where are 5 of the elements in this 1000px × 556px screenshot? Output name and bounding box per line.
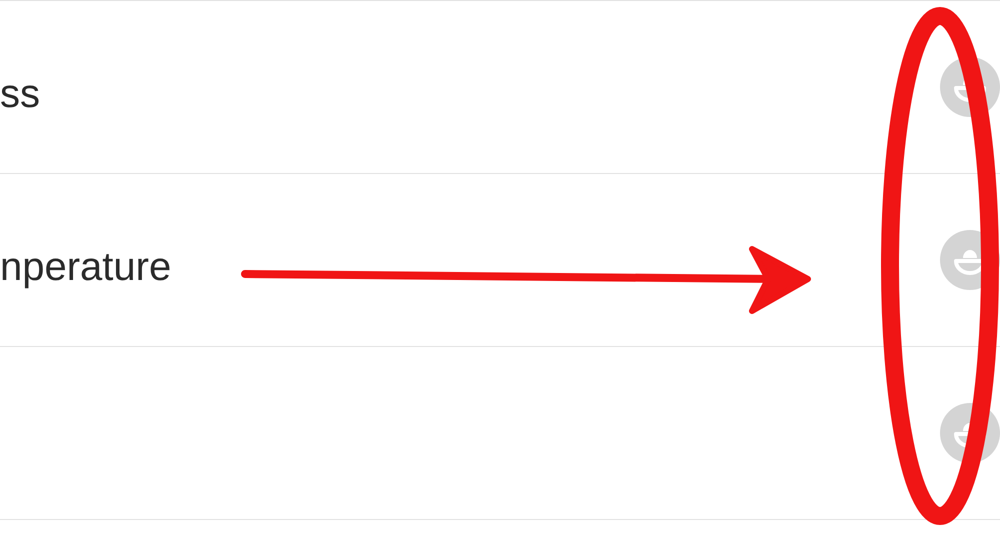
setting-label: ss: [0, 74, 40, 114]
setting-label: nperature: [0, 247, 172, 287]
basket-icon[interactable]: [940, 57, 1000, 117]
basket-icon[interactable]: [940, 403, 1000, 463]
basket-icon[interactable]: [940, 230, 1000, 290]
